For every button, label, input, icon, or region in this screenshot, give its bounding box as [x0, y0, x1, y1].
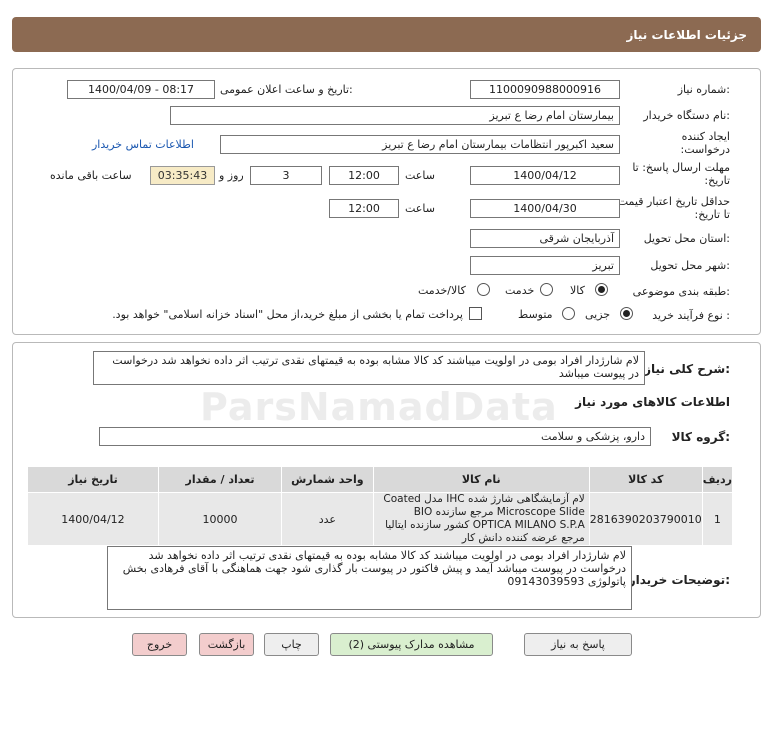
back-button[interactable]: بازگشت: [199, 633, 254, 656]
process-option-minor: جزیی: [585, 308, 611, 321]
page-title: جزئیات اطلاعات نیاز: [626, 27, 747, 42]
cell-row: 1: [701, 492, 734, 546]
description-label: شرح کلی نیاز:: [644, 362, 730, 376]
col-date: تاریخ نیاز: [27, 466, 159, 493]
deadline-time-field: 12:00: [329, 166, 399, 185]
category-option-service: خدمت: [505, 284, 535, 297]
deadline-time-label: ساعت: [405, 169, 435, 182]
cell-code: 2816390203790010: [588, 492, 703, 546]
goods-table: ردیف کد کالا نام کالا واحد شمارش تعداد /…: [27, 466, 734, 546]
category-option-goods: کالا: [570, 284, 585, 297]
deadline-label: مهلت ارسال پاسخ: تا تاریخ:: [632, 161, 730, 187]
days-field: 3: [250, 166, 322, 185]
goods-group-field: دارو، پزشکی و سلامت: [99, 427, 651, 446]
remaining-timer: 03:35:43: [150, 166, 215, 185]
city-field: تبریز: [470, 256, 620, 275]
description-text: لام شارژدار افراد بومی در اولویت میباشند…: [93, 351, 645, 385]
need-number-field: 1100090988000916: [470, 80, 620, 99]
attachments-button[interactable]: مشاهده مدارک پیوستی (2): [330, 633, 493, 656]
buyer-org-field: بیمارستان امام رضا ع تبریز: [170, 106, 620, 125]
validity-label: حداقل تاریخ اعتبار قیمت: تا تاریخ:: [614, 195, 730, 221]
category-radio-both[interactable]: [477, 283, 490, 296]
process-option-medium: متوسط: [518, 308, 553, 321]
col-name: نام کالا: [372, 466, 590, 493]
province-field: آذربایجان شرقی: [470, 229, 620, 248]
col-row: ردیف: [701, 466, 734, 493]
creator-field: سعید اکبرپور انتظامات بیمارستان امام رضا…: [220, 135, 620, 154]
days-label: روز و: [219, 169, 244, 182]
category-label: طبقه بندی موضوعی:: [632, 285, 730, 298]
exit-button[interactable]: خروج: [132, 633, 187, 656]
process-radio-minor[interactable]: [620, 307, 633, 320]
validity-time-field: 12:00: [329, 199, 399, 218]
buyer-notes-text: لام شارژدار افراد بومی در اولویت میباشند…: [107, 546, 632, 610]
buyer-notes-label: توضیحات خریدار:: [628, 573, 730, 587]
goods-section-title: اطلاعات کالاهای مورد نیاز: [575, 395, 730, 409]
process-radio-medium[interactable]: [562, 307, 575, 320]
category-radio-goods[interactable]: [595, 283, 608, 296]
contact-link[interactable]: اطلاعات تماس خریدار: [92, 138, 194, 151]
payment-checkbox[interactable]: [469, 307, 482, 320]
cell-date: 1400/04/12: [27, 492, 159, 546]
goods-group-label: گروه کالا:: [671, 430, 730, 444]
announce-label: تاریخ و ساعت اعلان عمومی:: [220, 83, 353, 96]
validity-time-label: ساعت: [405, 202, 435, 215]
city-label: شهر محل تحویل:: [650, 259, 730, 272]
category-radio-service[interactable]: [540, 283, 553, 296]
province-label: استان محل تحویل:: [643, 232, 730, 245]
cell-unit: عدد: [281, 492, 374, 546]
category-option-both: کالا/خدمت: [418, 284, 466, 297]
need-number-label: شماره نیاز:: [677, 83, 730, 96]
remaining-label: ساعت باقی مانده: [50, 169, 132, 182]
announce-field: 1400/04/09 - 08:17: [67, 80, 215, 99]
col-unit: واحد شمارش: [281, 466, 374, 493]
cell-name: لام آزمایشگاهی شارژ شده IHC مدل Coated M…: [372, 492, 590, 546]
reply-button[interactable]: پاسخ به نیاز: [524, 633, 632, 656]
print-button[interactable]: چاپ: [264, 633, 319, 656]
col-code: کد کالا: [588, 466, 703, 493]
payment-note: پرداخت تمام یا بخشی از مبلغ خرید،از محل …: [112, 308, 463, 321]
buyer-org-label: نام دستگاه خریدار:: [643, 109, 730, 122]
page-title-bar: جزئیات اطلاعات نیاز: [12, 17, 761, 52]
creator-label: ایجاد کننده درخواست:: [680, 130, 730, 156]
col-qty: تعداد / مقدار: [157, 466, 283, 493]
deadline-date-field: 1400/04/12: [470, 166, 620, 185]
table-row: 1 2816390203790010 لام آزمایشگاهی شارژ ش…: [27, 492, 734, 546]
validity-date-field: 1400/04/30: [470, 199, 620, 218]
cell-qty: 10000: [157, 492, 283, 546]
process-label: نوع فرآیند خرید :: [652, 309, 730, 322]
